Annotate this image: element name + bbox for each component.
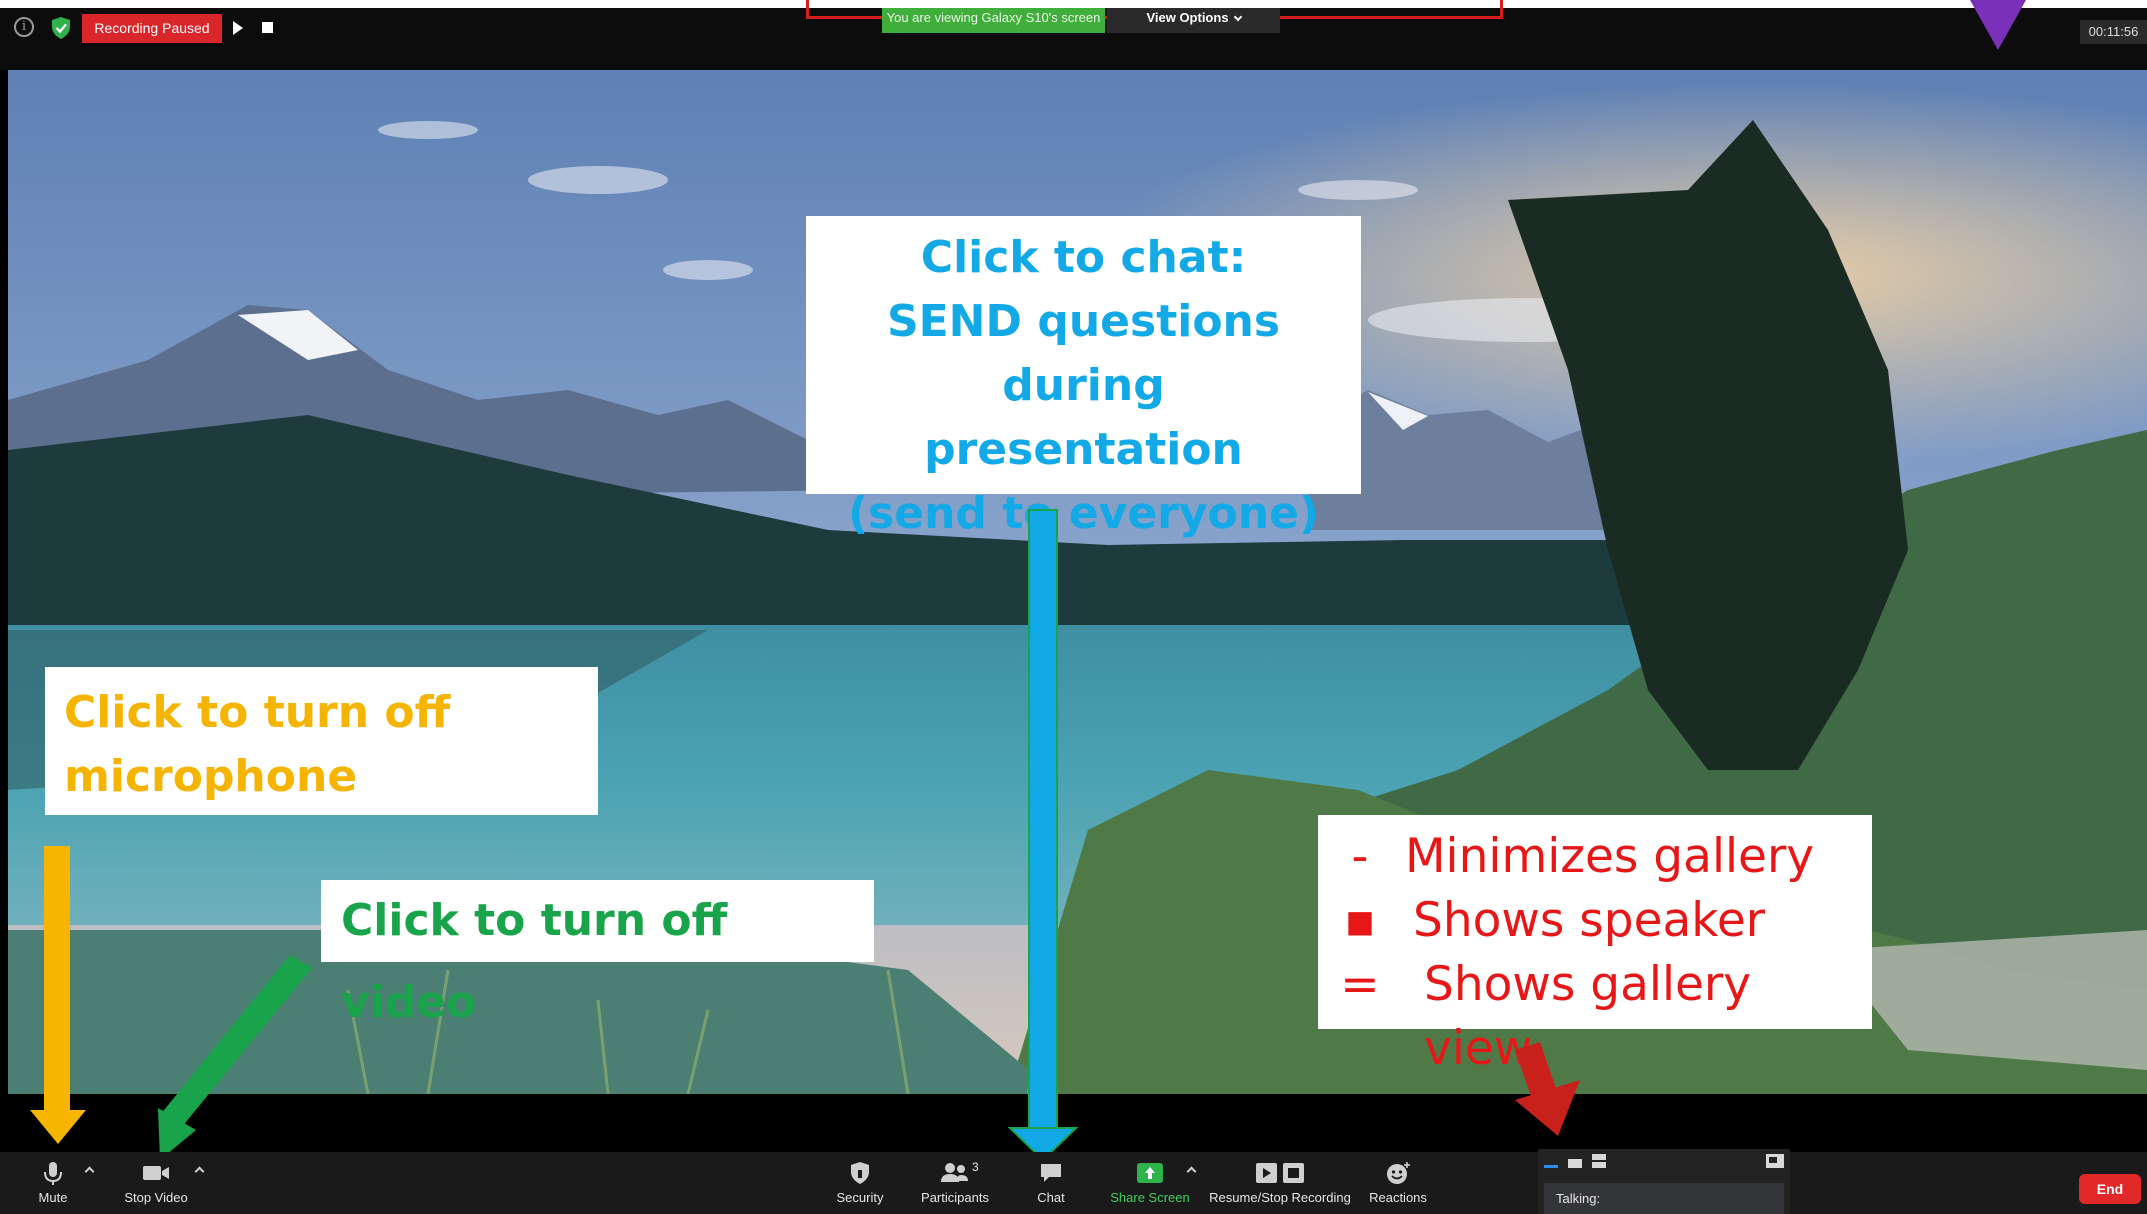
- chat-callout-line: (send to everyone): [847, 488, 1320, 539]
- participants-icon-wrap: 3: [912, 1160, 998, 1186]
- microphone-callout-line: Click to turn off: [64, 687, 451, 738]
- audio-options-caret-icon[interactable]: [84, 1166, 95, 1177]
- exit-minimized-icon[interactable]: [1766, 1154, 1784, 1168]
- share-screen-button[interactable]: Share Screen: [1108, 1160, 1192, 1214]
- gallery-symbol: =: [1340, 957, 1380, 1012]
- chat-callout-line: presentation: [924, 424, 1243, 475]
- meeting-toolbar: Mute Stop Video Security 3 Participants: [0, 1152, 2147, 1214]
- view-options-button[interactable]: View Options: [1107, 8, 1280, 33]
- chat-callout-line: Click to chat:: [920, 232, 1247, 283]
- video-camera-icon: [143, 1166, 169, 1180]
- gallery-callout-row: ▪ Shows speaker: [1318, 889, 1872, 953]
- video-options-caret-icon[interactable]: [194, 1166, 205, 1177]
- recording-control-label: Resume/Stop Recording: [1209, 1190, 1351, 1205]
- speaker-symbol: ▪: [1344, 893, 1376, 948]
- gallery-callout-text: Shows gallery view: [1424, 957, 1752, 1076]
- talking-indicator: Talking:: [1544, 1183, 1784, 1214]
- mute-button[interactable]: Mute: [28, 1160, 78, 1214]
- viewing-screen-banner: You are viewing Galaxy S10's screen: [882, 8, 1105, 33]
- resume-stop-recording-icon: [1256, 1163, 1304, 1183]
- meeting-timer: 00:11:56: [2080, 20, 2147, 44]
- gallery-callout-row: = Shows gallery view: [1318, 953, 1872, 1076]
- microphone-icon: [44, 1162, 62, 1185]
- minimize-symbol: -: [1351, 829, 1369, 884]
- shield-icon: [851, 1162, 869, 1184]
- microphone-callout-line: microphone: [64, 751, 358, 802]
- view-options-label: View Options: [1146, 10, 1229, 25]
- chat-callout: Click to chat: SEND questions during pre…: [806, 216, 1361, 539]
- participants-label: Participants: [921, 1190, 989, 1205]
- chat-callout-line: SEND questions during: [886, 296, 1281, 411]
- show-speaker-icon[interactable]: [1568, 1159, 1582, 1168]
- reactions-label: Reactions: [1369, 1190, 1427, 1205]
- chat-button[interactable]: Chat: [1026, 1160, 1076, 1214]
- gallery-mini-window: Talking:: [1538, 1149, 1790, 1214]
- gallery-callout-text: Minimizes gallery: [1405, 829, 1815, 884]
- recording-control-button[interactable]: Resume/Stop Recording: [1206, 1160, 1354, 1214]
- stop-video-label: Stop Video: [124, 1190, 188, 1205]
- resume-recording-icon[interactable]: [233, 21, 243, 35]
- recording-status-badge: Recording Paused: [82, 14, 222, 43]
- chevron-down-icon: [1233, 12, 1242, 22]
- encryption-shield-icon[interactable]: [50, 16, 72, 40]
- chat-label: Chat: [1037, 1190, 1065, 1205]
- reactions-smiley-icon: [1387, 1162, 1410, 1184]
- gallery-callout-row: - Minimizes gallery: [1318, 825, 1872, 889]
- end-meeting-button[interactable]: End: [2079, 1174, 2141, 1204]
- stop-video-button[interactable]: Stop Video: [116, 1160, 196, 1214]
- video-callout: Click to turn off video: [321, 880, 874, 1028]
- minimize-gallery-icon[interactable]: [1544, 1165, 1558, 1168]
- gallery-callout-text: Shows speaker: [1413, 893, 1766, 948]
- share-screen-icon: [1137, 1163, 1163, 1183]
- corner-arrow-annotation: [1970, 0, 2026, 50]
- meeting-info-icon[interactable]: i: [14, 17, 34, 37]
- security-button[interactable]: Security: [820, 1160, 900, 1214]
- microphone-callout: Click to turn off microphone: [45, 667, 598, 815]
- gallery-view-controls: [1544, 1154, 1784, 1168]
- chat-bubble-icon: [1041, 1164, 1061, 1182]
- mute-label: Mute: [38, 1190, 68, 1205]
- top-bar: i Recording Paused You are viewing Galax…: [0, 0, 2147, 70]
- share-screen-label: Share Screen: [1110, 1190, 1190, 1205]
- gallery-callout: - Minimizes gallery ▪ Shows speaker = Sh…: [1318, 815, 1872, 1076]
- reactions-button[interactable]: Reactions: [1360, 1160, 1436, 1214]
- participants-icon: [941, 1163, 968, 1182]
- security-label: Security: [836, 1190, 884, 1205]
- participants-count: 3: [972, 1160, 979, 1174]
- participants-button[interactable]: 3 Participants: [912, 1160, 998, 1214]
- stop-recording-icon[interactable]: [262, 22, 273, 33]
- show-gallery-icon[interactable]: [1592, 1154, 1606, 1168]
